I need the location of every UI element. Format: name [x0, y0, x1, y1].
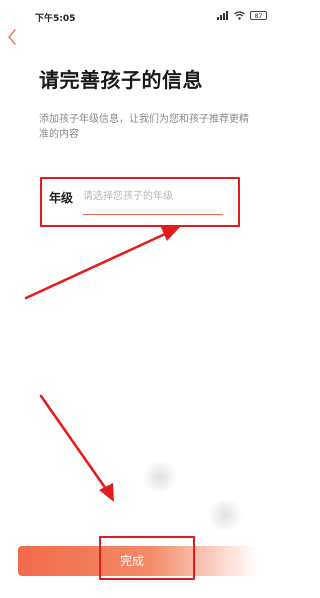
blur-spot [140, 462, 180, 492]
status-bar: 下午5:05 87 [0, 0, 277, 26]
status-time: 下午5:05 [35, 14, 76, 24]
grade-field[interactable]: 年级 [43, 183, 235, 221]
battery-icon: 87 [250, 11, 267, 20]
status-icons: 87 [217, 11, 267, 20]
chevron-left-icon[interactable] [5, 28, 19, 46]
grade-underline [83, 214, 223, 215]
blur-spot [205, 500, 245, 530]
grade-label: 年级 [49, 191, 74, 205]
arrow-to-done-button [39, 394, 114, 502]
page-description: 添加孩子年级信息，让我们为您和孩子推荐更精准的内容 [39, 114, 249, 140]
signal-icon [217, 11, 228, 20]
grade-select-input[interactable] [83, 186, 233, 206]
wifi-icon [234, 11, 245, 20]
page-title: 请完善孩子的信息 [39, 68, 203, 92]
arrow-to-grade-field [24, 225, 180, 300]
done-button-label[interactable]: 完成 [120, 552, 144, 569]
